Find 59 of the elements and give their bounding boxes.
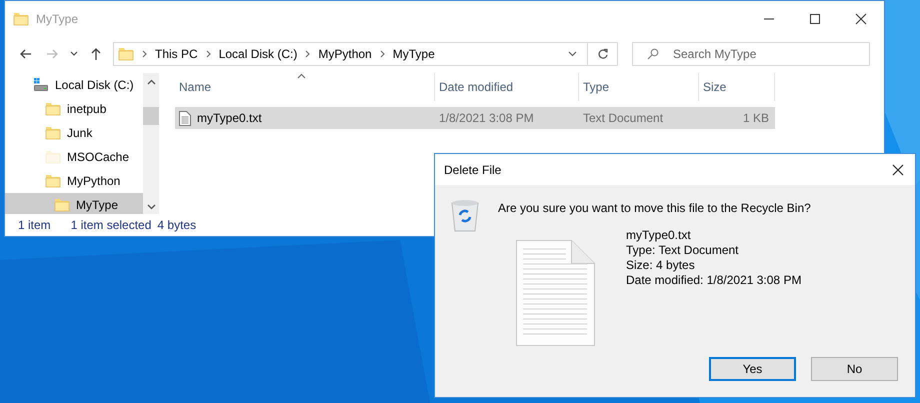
table-cell: Text Document xyxy=(583,111,664,125)
sort-caret-icon xyxy=(296,73,306,79)
dropdown-icon[interactable] xyxy=(568,51,577,57)
column-header[interactable]: Name xyxy=(175,73,435,101)
close-icon xyxy=(854,12,868,26)
document-icon xyxy=(179,110,191,126)
tree-item[interactable]: Junk xyxy=(5,121,143,145)
scroll-down-icon[interactable] xyxy=(146,204,156,210)
file-detail: Type: Text Document xyxy=(626,243,740,258)
chevron-icon xyxy=(142,50,147,58)
refresh-icon xyxy=(596,48,608,60)
arrow-left-icon xyxy=(19,47,33,61)
file-detail: Date modified: 1/8/2021 3:08 PM xyxy=(626,273,802,288)
table-cell-text: 1 KB xyxy=(742,110,769,127)
status-text: 1 item selected xyxy=(70,217,152,234)
file-detail: myType0.txt xyxy=(626,228,692,243)
chevron-icon xyxy=(206,50,211,58)
refresh-button[interactable] xyxy=(588,42,618,66)
address-bar[interactable]: This PC Local Disk (C:) MyPython MyType xyxy=(113,42,588,66)
dialog-button[interactable]: Yes xyxy=(709,357,796,381)
scrollbar[interactable] xyxy=(143,73,159,214)
tree-item[interactable]: MyPython xyxy=(5,169,143,193)
arrow-up-icon xyxy=(89,47,103,61)
dialog-button[interactable]: No xyxy=(811,357,898,381)
folder-icon xyxy=(13,11,29,27)
table-cell: 1/8/2021 3:08 PM xyxy=(439,111,534,125)
scroll-thumb[interactable] xyxy=(143,107,159,125)
scroll-up-icon[interactable] xyxy=(146,79,156,85)
search-icon xyxy=(647,48,659,60)
minimize-icon xyxy=(764,18,774,20)
status-text: 1 item xyxy=(18,217,51,234)
dialog-title: Delete File xyxy=(444,162,502,178)
breadcrumb[interactable]: MyType xyxy=(392,45,435,63)
search-field[interactable]: Search MyType xyxy=(673,45,869,63)
breadcrumb[interactable]: This PC xyxy=(155,45,198,63)
tree-item[interactable]: MSOCache xyxy=(5,145,143,169)
file-row[interactable]: myType0.txt 1/8/2021 3:08 PM Text Document 1 KB xyxy=(175,107,775,129)
file-detail: Size: 4 bytes xyxy=(626,258,696,273)
window-title: MyType xyxy=(36,11,78,28)
tree-item[interactable]: MyType xyxy=(5,193,143,214)
column-header[interactable]: Date modified xyxy=(435,73,579,101)
document-icon xyxy=(516,239,596,347)
column-header[interactable]: Type xyxy=(579,73,699,101)
dialog-message: Are you sure you want to move this file to the Recycle Bin? xyxy=(498,200,811,217)
column-header[interactable]: Size xyxy=(699,73,775,101)
arrow-right-icon xyxy=(45,47,59,61)
file-name: myType0.txt xyxy=(197,110,262,127)
status-text: 4 bytes xyxy=(157,217,196,234)
breadcrumb[interactable]: MyPython xyxy=(318,45,372,63)
recycle-bin-icon xyxy=(449,198,481,232)
chevron-icon xyxy=(305,50,310,58)
maximize-icon xyxy=(808,12,822,26)
tree-item[interactable]: inetpub xyxy=(5,97,143,121)
tree-item[interactable]: Local Disk (C:) xyxy=(5,73,143,97)
close-icon xyxy=(892,164,904,176)
breadcrumb[interactable]: Local Disk (C:) xyxy=(218,45,298,63)
search-box[interactable]: Search MyType xyxy=(632,42,870,66)
chevron-icon xyxy=(380,50,385,58)
folder-icon xyxy=(118,46,134,62)
